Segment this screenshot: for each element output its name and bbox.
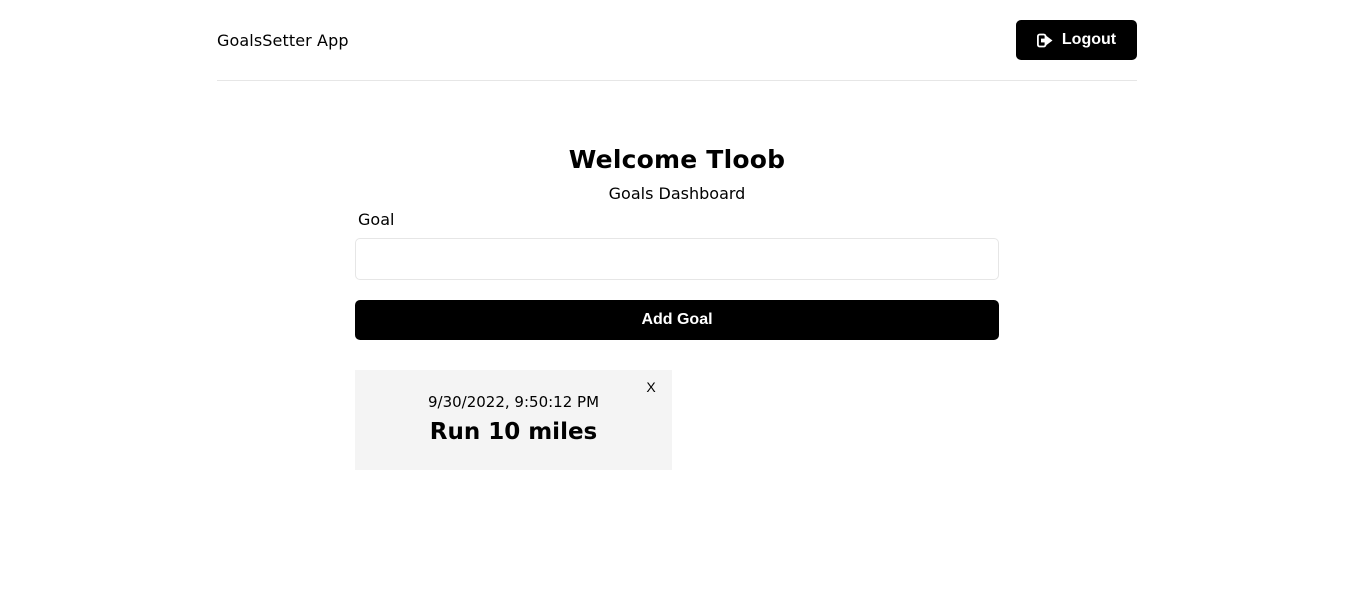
app-container: GoalsSetter App Logout Welcome Tloob Goa… (217, 0, 1137, 470)
logout-button[interactable]: Logout (1016, 20, 1137, 60)
dashboard-heading: Welcome Tloob Goals Dashboard (217, 143, 1137, 204)
logout-label: Logout (1061, 31, 1117, 48)
add-goal-button[interactable]: Add Goal (355, 300, 999, 340)
goal-form: Goal Add Goal (355, 210, 999, 340)
goal-input[interactable] (355, 238, 999, 280)
app-logo-link[interactable]: GoalsSetter App (217, 31, 349, 51)
goals-list: 9/30/2022, 9:50:12 PM Run 10 miles X (355, 370, 999, 470)
goal-card: 9/30/2022, 9:50:12 PM Run 10 miles X (355, 370, 672, 470)
delete-goal-button[interactable]: X (644, 379, 658, 395)
header: GoalsSetter App Logout (217, 0, 1137, 81)
goal-date: 9/30/2022, 9:50:12 PM (427, 393, 600, 411)
welcome-title: Welcome Tloob (568, 145, 786, 174)
goal-label: Goal (358, 210, 395, 229)
sign-out-icon (1036, 33, 1053, 48)
dashboard-subtitle: Goals Dashboard (608, 184, 746, 203)
goal-text: Run 10 miles (429, 419, 598, 445)
